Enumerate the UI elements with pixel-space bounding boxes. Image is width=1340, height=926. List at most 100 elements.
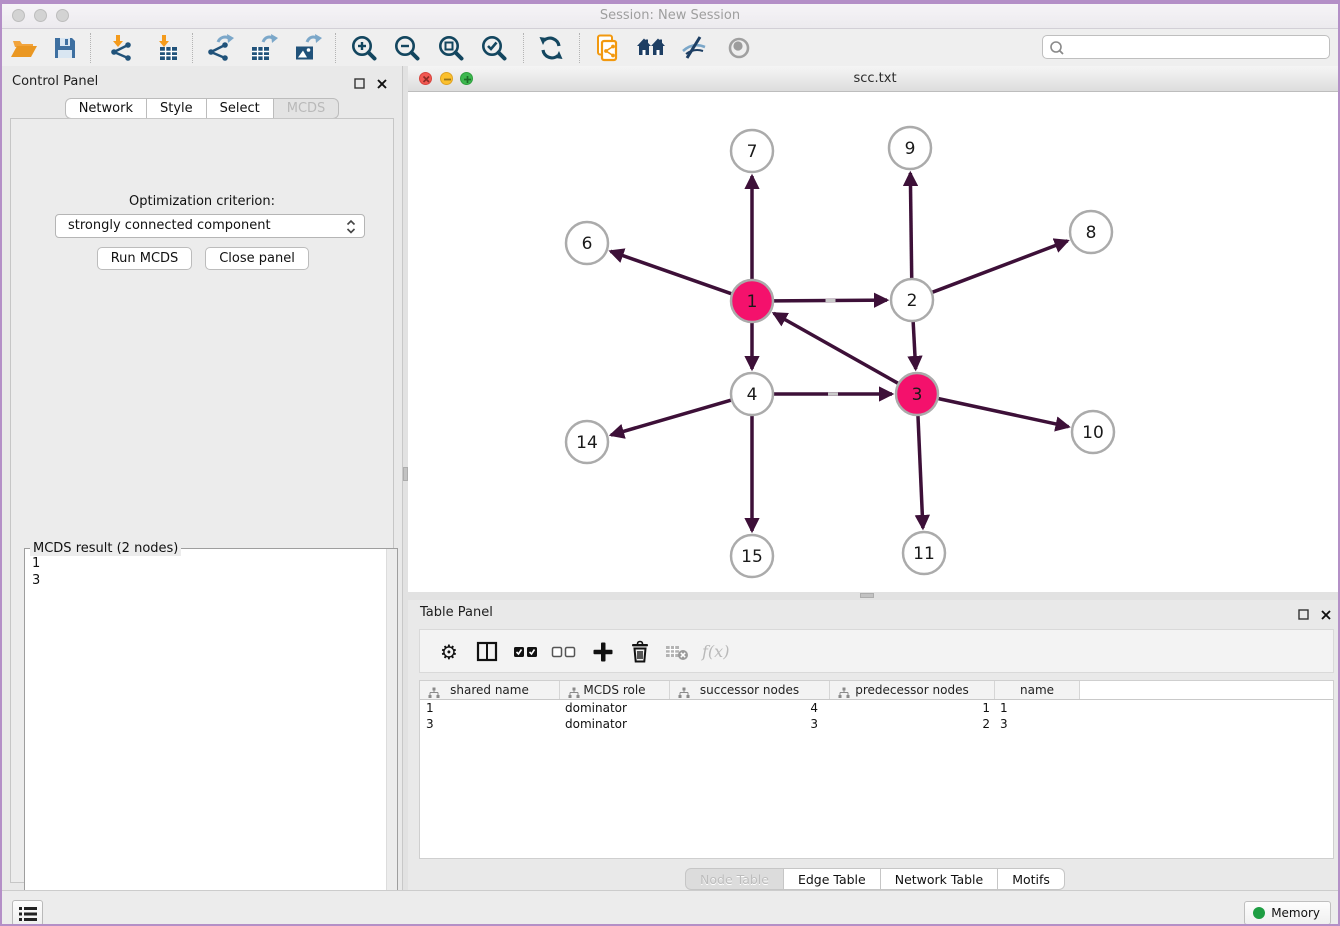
- column-header-name[interactable]: name: [995, 681, 1080, 699]
- horizontal-splitter-handle[interactable]: [860, 593, 874, 598]
- delete-columns-icon[interactable]: [627, 639, 653, 665]
- zoom-out-icon[interactable]: [392, 33, 422, 63]
- import-network-icon[interactable]: [105, 33, 135, 63]
- function-builder-icon[interactable]: f(x): [702, 639, 728, 665]
- save-session-icon[interactable]: [50, 33, 80, 63]
- column-header-successor-nodes[interactable]: successor nodes: [670, 681, 830, 699]
- select-all-columns-icon[interactable]: [513, 639, 539, 665]
- task-history-button[interactable]: [12, 900, 43, 926]
- tab-mcds[interactable]: MCDS: [274, 98, 340, 119]
- graph-edge-2-8[interactable]: [933, 241, 1068, 292]
- close-table-panel-icon[interactable]: [1320, 606, 1332, 618]
- graph-edge-2-9[interactable]: [910, 173, 911, 278]
- table-cell: dominator: [560, 716, 670, 732]
- zoom-in-icon[interactable]: [349, 33, 379, 63]
- column-header-shared-name[interactable]: shared name: [420, 681, 560, 699]
- column-flow-icon: [568, 687, 580, 699]
- table-cell: 4: [670, 700, 830, 716]
- memory-button[interactable]: Memory: [1244, 901, 1331, 925]
- open-session-icon[interactable]: [9, 33, 39, 63]
- search-input[interactable]: [1069, 37, 1324, 57]
- graph-node-label: 10: [1082, 423, 1104, 443]
- export-network-icon[interactable]: [205, 33, 235, 63]
- search-box: [1042, 35, 1330, 59]
- table-row[interactable]: 1dominator411: [420, 700, 1333, 716]
- run-mcds-button[interactable]: Run MCDS: [97, 247, 192, 270]
- table-body: 1dominator4113dominator323: [420, 700, 1333, 732]
- list-icon: [18, 904, 47, 926]
- criterion-select[interactable]: strongly connected component: [55, 214, 365, 238]
- status-bar: Memory: [2, 890, 1338, 926]
- graph-node-label: 15: [741, 547, 763, 567]
- tab-network-table[interactable]: Network Table: [881, 868, 999, 890]
- export-table-icon[interactable]: [248, 33, 278, 63]
- graph-edge-4-14[interactable]: [611, 400, 731, 435]
- refresh-layout-icon[interactable]: [536, 33, 566, 63]
- criterion-value: strongly connected component: [68, 218, 271, 233]
- graph-node-label: 11: [913, 544, 935, 564]
- optimization-criterion-label: Optimization criterion:: [11, 194, 393, 209]
- graph-edge-2-3[interactable]: [913, 322, 916, 369]
- tab-edge-table[interactable]: Edge Table: [784, 868, 881, 890]
- show-columns-icon[interactable]: [474, 639, 500, 665]
- clone-network-icon[interactable]: [592, 33, 622, 63]
- float-panel-icon[interactable]: [354, 75, 366, 87]
- table-cell: dominator: [560, 700, 670, 716]
- tab-motifs[interactable]: Motifs: [998, 868, 1065, 890]
- control-panel: Control Panel NetworkStyleSelectMCDS Opt…: [2, 66, 403, 890]
- tab-network[interactable]: Network: [65, 98, 147, 119]
- float-table-panel-icon[interactable]: [1298, 606, 1310, 618]
- result-scrollbar[interactable]: [386, 549, 397, 926]
- graph-node-label: 4: [747, 385, 758, 405]
- tab-style[interactable]: Style: [147, 98, 207, 119]
- table-row[interactable]: 3dominator323: [420, 716, 1333, 732]
- column-header-predecessor-nodes[interactable]: predecessor nodes: [830, 681, 995, 699]
- mcds-result-line: 1: [32, 555, 40, 572]
- mcds-result-box[interactable]: MCDS result (2 nodes) 13: [24, 548, 398, 926]
- table-cell: 3: [420, 716, 560, 732]
- column-header-label: successor nodes: [700, 683, 799, 697]
- mcds-result-title: MCDS result (2 nodes): [30, 541, 181, 556]
- first-neighbors-icon[interactable]: [636, 33, 666, 63]
- close-panel-button[interactable]: Close panel: [205, 247, 309, 270]
- show-hidden-icon[interactable]: [724, 33, 754, 63]
- network-view-window: scc.txt 7968124314101511: [408, 66, 1340, 592]
- memory-label: Memory: [1271, 906, 1320, 920]
- tab-node-table[interactable]: Node Table: [685, 868, 784, 890]
- table-cell: 1: [995, 700, 1080, 716]
- delete-table-icon[interactable]: [664, 639, 690, 665]
- column-header-MCDS-role[interactable]: MCDS role: [560, 681, 670, 699]
- column-header-label: predecessor nodes: [855, 683, 968, 697]
- graph-edge-3-1[interactable]: [774, 313, 898, 383]
- export-image-icon[interactable]: [292, 33, 322, 63]
- graph-edge-1-6[interactable]: [611, 251, 732, 293]
- network-graph-canvas[interactable]: 7968124314101511: [408, 92, 1340, 592]
- graph-edge-3-10[interactable]: [939, 399, 1069, 427]
- toolbar-separator: [90, 33, 91, 63]
- edge-label-mark: [826, 299, 836, 302]
- hide-selected-icon[interactable]: [679, 33, 709, 63]
- network-window-titlebar: scc.txt: [408, 66, 1340, 92]
- graph-node-label: 6: [582, 234, 593, 254]
- zoom-selected-icon[interactable]: [479, 33, 509, 63]
- main-toolbar: [2, 29, 1338, 69]
- graph-edge-3-11[interactable]: [918, 416, 923, 528]
- tab-select[interactable]: Select: [207, 98, 274, 119]
- zoom-fit-icon[interactable]: [436, 33, 466, 63]
- add-column-icon[interactable]: [590, 639, 616, 665]
- unselect-all-columns-icon[interactable]: [551, 639, 577, 665]
- graph-node-label: 9: [905, 139, 916, 159]
- horizontal-splitter[interactable]: [408, 592, 1340, 600]
- table-settings-icon[interactable]: ⚙: [436, 639, 462, 665]
- edge-label-mark: [828, 393, 838, 396]
- table-cell: 1: [420, 700, 560, 716]
- close-panel-icon[interactable]: [376, 75, 388, 87]
- import-table-icon[interactable]: [151, 33, 181, 63]
- toolbar-separator: [523, 33, 524, 63]
- toolbar-separator: [192, 33, 193, 63]
- table-cell: 2: [830, 716, 995, 732]
- search-icon: [1049, 40, 1065, 56]
- toolbar-separator: [335, 33, 336, 63]
- window-title: Session: New Session: [2, 8, 1338, 23]
- table-cell: 3: [995, 716, 1080, 732]
